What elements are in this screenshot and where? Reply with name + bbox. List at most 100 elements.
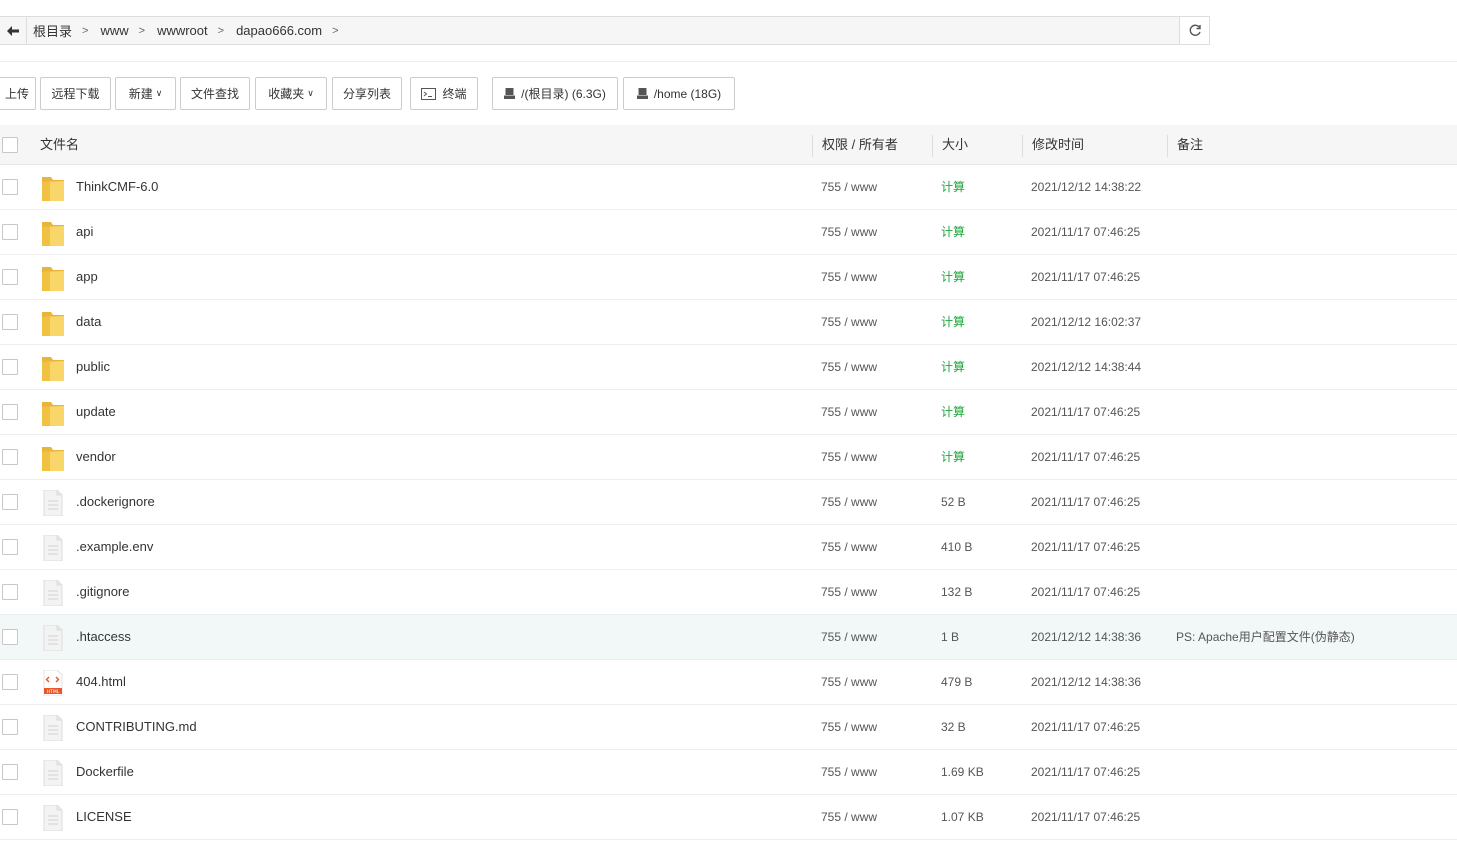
disk-home-button[interactable]: /home (18G) bbox=[623, 77, 735, 110]
calculate-size-link[interactable]: 计算 bbox=[941, 390, 965, 434]
file-search-button[interactable]: 文件查找 bbox=[180, 77, 250, 110]
table-row[interactable]: data 755 / www 计算 2021/12/12 16:02:37 bbox=[0, 300, 1457, 345]
table-row[interactable]: HTML 404.html 755 / www 479 B 2021/12/12 14:… bbox=[0, 660, 1457, 705]
permission-owner[interactable]: 755 / www bbox=[821, 615, 877, 659]
calculate-size-link[interactable]: 计算 bbox=[941, 210, 965, 254]
table-row[interactable]: public 755 / www 计算 2021/12/12 14:38:44 bbox=[0, 345, 1457, 390]
refresh-button[interactable] bbox=[1179, 17, 1209, 44]
row-checkbox[interactable] bbox=[2, 809, 18, 825]
file-note[interactable]: PS: Apache用户配置文件(伪静态) bbox=[1176, 615, 1355, 659]
file-name[interactable]: .gitignore bbox=[76, 570, 129, 614]
permission-owner[interactable]: 755 / www bbox=[821, 345, 877, 389]
file-icon bbox=[42, 534, 64, 562]
table-row[interactable]: api 755 / www 计算 2021/11/17 07:46:25 bbox=[0, 210, 1457, 255]
row-checkbox[interactable] bbox=[2, 719, 18, 735]
row-checkbox[interactable] bbox=[2, 764, 18, 780]
crumb-wwwroot[interactable]: wwwroot bbox=[157, 23, 212, 38]
row-checkbox[interactable] bbox=[2, 494, 18, 510]
crumb-www[interactable]: www bbox=[100, 23, 132, 38]
permission-owner[interactable]: 755 / www bbox=[821, 255, 877, 299]
permission-owner[interactable]: 755 / www bbox=[821, 480, 877, 524]
row-checkbox[interactable] bbox=[2, 449, 18, 465]
permission-owner[interactable]: 755 / www bbox=[821, 795, 877, 839]
file-name[interactable]: .example.env bbox=[76, 525, 153, 569]
permission-owner[interactable]: 755 / www bbox=[821, 570, 877, 614]
row-checkbox[interactable] bbox=[2, 224, 18, 240]
file-name[interactable]: .htaccess bbox=[76, 615, 131, 659]
file-name[interactable]: vendor bbox=[76, 435, 116, 479]
calculate-size-link[interactable]: 计算 bbox=[941, 300, 965, 344]
favorites-button[interactable]: 收藏夹 ∨ bbox=[255, 77, 327, 110]
file-name[interactable]: app bbox=[76, 255, 98, 299]
permission-owner[interactable]: 755 / www bbox=[821, 750, 877, 794]
permission-owner[interactable]: 755 / www bbox=[821, 210, 877, 254]
header-size[interactable]: 大小 bbox=[942, 125, 968, 165]
permission-owner[interactable]: 755 / www bbox=[821, 300, 877, 344]
file-name[interactable]: CONTRIBUTING.md bbox=[76, 705, 197, 749]
table-row[interactable]: ThinkCMF-6.0 755 / www 计算 2021/12/12 14:38:… bbox=[0, 165, 1457, 210]
file-icon bbox=[42, 624, 64, 652]
arrow-left-icon bbox=[7, 25, 19, 36]
file-icon bbox=[42, 579, 64, 607]
header-name[interactable]: 文件名 bbox=[40, 125, 79, 165]
disk-root-button[interactable]: /(根目录) (6.3G) bbox=[492, 77, 618, 110]
header-note[interactable]: 备注 bbox=[1177, 125, 1203, 165]
table-row[interactable]: LICENSE 755 / www 1.07 KB 2021/11/17 07:46:… bbox=[0, 795, 1457, 840]
crumb-root[interactable]: 根目录 bbox=[33, 21, 76, 40]
select-all-checkbox[interactable] bbox=[2, 137, 18, 153]
table-row[interactable]: .dockerignore 755 / www 52 B 2021/11/17 07:… bbox=[0, 480, 1457, 525]
refresh-icon bbox=[1189, 24, 1201, 36]
permission-owner[interactable]: 755 / www bbox=[821, 525, 877, 569]
calculate-size-link[interactable]: 计算 bbox=[941, 255, 965, 299]
row-checkbox[interactable] bbox=[2, 539, 18, 555]
share-list-label: 分享列表 bbox=[342, 87, 391, 101]
table-row[interactable]: CONTRIBUTING.md 755 / www 32 B 2021/11/17 0… bbox=[0, 705, 1457, 750]
file-name[interactable]: Dockerfile bbox=[76, 750, 134, 794]
row-checkbox[interactable] bbox=[2, 629, 18, 645]
modified-time: 2021/11/17 07:46:25 bbox=[1031, 225, 1141, 239]
file-name[interactable]: 404.html bbox=[76, 660, 126, 704]
permission-owner[interactable]: 755 / www bbox=[821, 435, 877, 479]
row-checkbox[interactable] bbox=[2, 404, 18, 420]
table-row[interactable]: .htaccess 755 / www 1 B 2021/12/12 14:38:36… bbox=[0, 615, 1457, 660]
row-checkbox[interactable] bbox=[2, 674, 18, 690]
new-button[interactable]: 新建 ∨ bbox=[115, 77, 176, 110]
crumb-site[interactable]: dapao666.com bbox=[236, 23, 326, 38]
table-row[interactable]: update 755 / www 计算 2021/11/17 07:46:25 bbox=[0, 390, 1457, 435]
table-row[interactable]: vendor 755 / www 计算 2021/11/17 07:46:25 bbox=[0, 435, 1457, 480]
back-button[interactable] bbox=[0, 17, 27, 44]
folder-icon bbox=[42, 310, 64, 336]
permission-owner[interactable]: 755 / www bbox=[821, 165, 877, 209]
remote-download-button[interactable]: 远程下载 bbox=[40, 77, 111, 110]
calculate-size-link[interactable]: 计算 bbox=[941, 165, 965, 209]
file-name[interactable]: LICENSE bbox=[76, 795, 132, 839]
permission-owner[interactable]: 755 / www bbox=[821, 705, 877, 749]
calculate-size-link[interactable]: 计算 bbox=[941, 435, 965, 479]
row-checkbox[interactable] bbox=[2, 359, 18, 375]
row-checkbox[interactable] bbox=[2, 314, 18, 330]
share-list-button[interactable]: 分享列表 bbox=[332, 77, 402, 110]
file-name[interactable]: .dockerignore bbox=[76, 480, 155, 524]
table-row[interactable]: .gitignore 755 / www 132 B 2021/11/17 07:46… bbox=[0, 570, 1457, 615]
file-name[interactable]: data bbox=[76, 300, 101, 344]
row-checkbox[interactable] bbox=[2, 179, 18, 195]
row-checkbox[interactable] bbox=[2, 269, 18, 285]
modified-time: 2021/11/17 07:46:25 bbox=[1031, 405, 1141, 419]
table-row[interactable]: app 755 / www 计算 2021/11/17 07:46:25 bbox=[0, 255, 1457, 300]
row-checkbox[interactable] bbox=[2, 584, 18, 600]
permission-owner[interactable]: 755 / www bbox=[821, 660, 877, 704]
file-name[interactable]: ThinkCMF-6.0 bbox=[76, 165, 158, 209]
calculate-size-link[interactable]: 计算 bbox=[941, 345, 965, 389]
table-row[interactable]: .example.env 755 / www 410 B 2021/11/17 07:… bbox=[0, 525, 1457, 570]
folder-icon bbox=[42, 220, 64, 246]
terminal-button[interactable]: 终端 bbox=[410, 77, 478, 110]
header-mtime[interactable]: 修改时间 bbox=[1032, 125, 1084, 165]
file-name[interactable]: update bbox=[76, 390, 116, 434]
upload-button[interactable]: 上传 bbox=[0, 77, 36, 110]
file-name[interactable]: public bbox=[76, 345, 110, 389]
breadcrumb: 根目录 > www > wwwroot > dapao666.com > bbox=[27, 17, 1209, 44]
table-row[interactable]: Dockerfile 755 / www 1.69 KB 2021/11/17 07:… bbox=[0, 750, 1457, 795]
file-name[interactable]: api bbox=[76, 210, 93, 254]
header-perm[interactable]: 权限 / 所有者 bbox=[822, 125, 898, 165]
permission-owner[interactable]: 755 / www bbox=[821, 390, 877, 434]
